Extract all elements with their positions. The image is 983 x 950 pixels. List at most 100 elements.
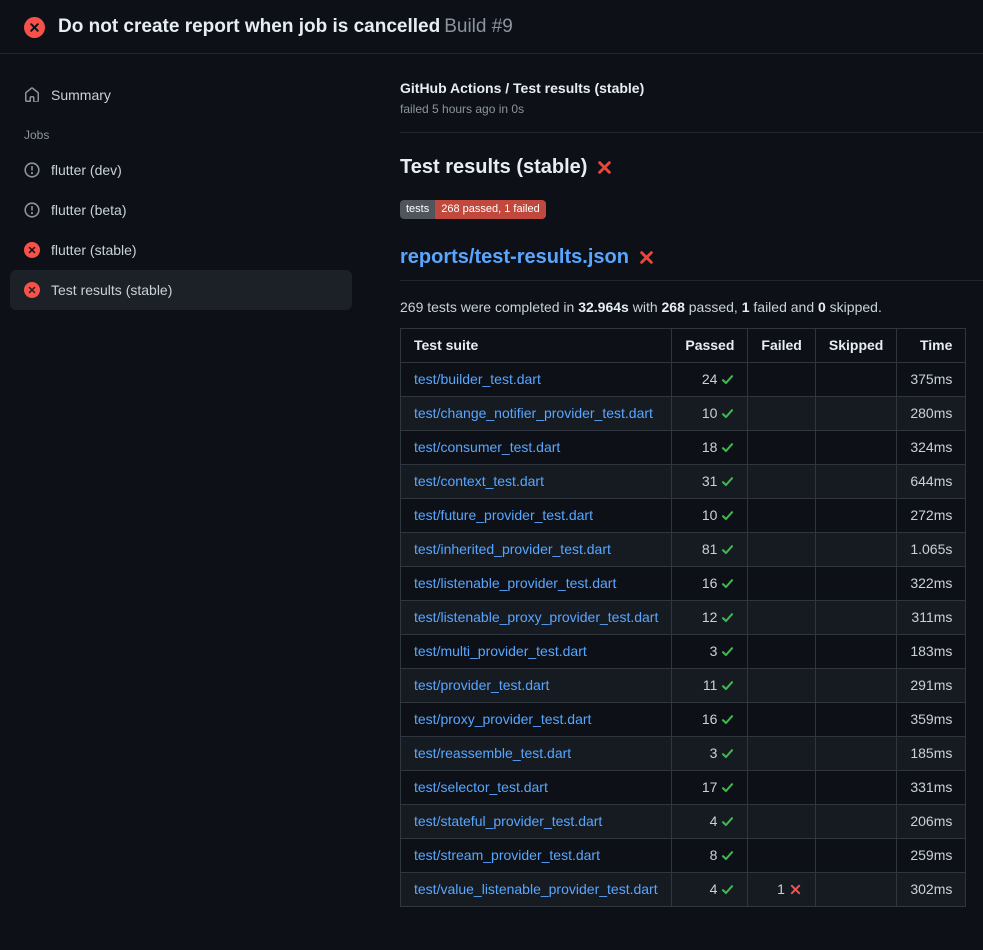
failed-count: 1 <box>777 881 785 897</box>
failed-cell: 1 <box>748 873 815 907</box>
test-suite-link[interactable]: test/value_listenable_provider_test.dart <box>414 881 658 897</box>
suite-cell: test/stream_provider_test.dart <box>401 839 672 873</box>
suite-cell: test/reassemble_test.dart <box>401 737 672 771</box>
sidebar-item-flutter-dev[interactable]: flutter (dev) <box>10 150 352 190</box>
check-icon <box>721 679 734 692</box>
test-suite-link[interactable]: test/selector_test.dart <box>414 779 548 795</box>
check-icon <box>721 543 734 556</box>
summary-bold: 32.964s <box>578 299 629 315</box>
time-cell: 259ms <box>897 839 966 873</box>
test-suite-link[interactable]: test/consumer_test.dart <box>414 439 560 455</box>
sidebar: Summary Jobs flutter (dev)flutter (beta)… <box>0 54 368 310</box>
time-cell: 302ms <box>897 873 966 907</box>
sidebar-item-label: flutter (dev) <box>51 162 122 178</box>
suite-cell: test/listenable_proxy_provider_test.dart <box>401 601 672 635</box>
table-row: test/value_listenable_provider_test.dart… <box>401 873 966 907</box>
summary-text: skipped. <box>826 299 882 315</box>
failed-cell <box>748 669 815 703</box>
time-cell: 322ms <box>897 567 966 601</box>
test-suite-link[interactable]: test/provider_test.dart <box>414 677 549 693</box>
skipped-cell <box>815 669 896 703</box>
breadcrumb: GitHub Actions / Test results (stable) <box>400 80 983 96</box>
suite-cell: test/selector_test.dart <box>401 771 672 805</box>
passed-cell: 4 <box>672 805 748 839</box>
check-icon <box>721 815 734 828</box>
column-header-skipped: Skipped <box>815 329 896 363</box>
failed-cell <box>748 397 815 431</box>
test-suite-link[interactable]: test/future_provider_test.dart <box>414 507 593 523</box>
failed-cell <box>748 805 815 839</box>
suite-cell: test/provider_test.dart <box>401 669 672 703</box>
skipped-cell <box>815 839 896 873</box>
test-suite-link[interactable]: test/stream_provider_test.dart <box>414 847 600 863</box>
passed-count: 10 <box>702 405 718 421</box>
passed-count: 12 <box>702 609 718 625</box>
skipped-cell <box>815 771 896 805</box>
x-circle-icon <box>24 17 45 38</box>
run-title: Do not create report when job is cancell… <box>58 16 440 37</box>
time-cell: 324ms <box>897 431 966 465</box>
table-header-row: Test suite Passed Failed Skipped Time <box>401 329 966 363</box>
check-icon <box>721 747 734 760</box>
summary-bold: 1 <box>742 299 750 315</box>
time-cell: 331ms <box>897 771 966 805</box>
passed-count: 3 <box>710 745 718 761</box>
test-suite-link[interactable]: test/multi_provider_test.dart <box>414 643 587 659</box>
test-suite-link[interactable]: test/listenable_provider_test.dart <box>414 575 616 591</box>
sidebar-item-label: Test results (stable) <box>51 282 172 298</box>
column-header-failed: Failed <box>748 329 815 363</box>
passed-count: 10 <box>702 507 718 523</box>
suite-cell: test/consumer_test.dart <box>401 431 672 465</box>
sidebar-item-test-results-stable[interactable]: Test results (stable) <box>10 270 352 310</box>
test-suite-link[interactable]: test/listenable_proxy_provider_test.dart <box>414 609 658 625</box>
sidebar-item-flutter-stable[interactable]: flutter (stable) <box>10 230 352 270</box>
test-suite-link[interactable]: test/context_test.dart <box>414 473 544 489</box>
passed-count: 31 <box>702 473 718 489</box>
skipped-cell <box>815 567 896 601</box>
sidebar-item-flutter-beta[interactable]: flutter (beta) <box>10 190 352 230</box>
check-title-row: Test results (stable) <box>400 156 983 179</box>
report-link[interactable]: reports/test-results.json <box>400 246 629 269</box>
passed-count: 4 <box>710 813 718 829</box>
report-heading: reports/test-results.json <box>400 246 983 281</box>
skipped-cell <box>815 805 896 839</box>
check-title: Test results (stable) <box>400 156 587 179</box>
test-suite-link[interactable]: test/stateful_provider_test.dart <box>414 813 602 829</box>
test-suite-link[interactable]: test/change_notifier_provider_test.dart <box>414 405 653 421</box>
passed-cell: 12 <box>672 601 748 635</box>
suite-cell: test/stateful_provider_test.dart <box>401 805 672 839</box>
test-suite-link[interactable]: test/builder_test.dart <box>414 371 541 387</box>
failed-cell <box>748 499 815 533</box>
time-cell: 375ms <box>897 363 966 397</box>
skipped-cell <box>815 533 896 567</box>
check-icon <box>721 475 734 488</box>
summary-text: with <box>629 299 662 315</box>
time-cell: 291ms <box>897 669 966 703</box>
skipped-cell <box>815 465 896 499</box>
sidebar-item-summary[interactable]: Summary <box>10 76 352 114</box>
passed-cell: 31 <box>672 465 748 499</box>
failed-cell <box>748 363 815 397</box>
skipped-cell <box>815 873 896 907</box>
sidebar-item-label: Summary <box>51 87 111 103</box>
skipped-cell <box>815 499 896 533</box>
test-suite-link[interactable]: test/inherited_provider_test.dart <box>414 541 611 557</box>
passed-cell: 16 <box>672 567 748 601</box>
passed-count: 16 <box>702 711 718 727</box>
skipped-cell <box>815 363 896 397</box>
failed-cell <box>748 703 815 737</box>
table-row: test/listenable_proxy_provider_test.dart… <box>401 601 966 635</box>
failed-x-icon <box>596 159 613 176</box>
failed-cell <box>748 431 815 465</box>
content-layout: Summary Jobs flutter (dev)flutter (beta)… <box>0 54 983 907</box>
passed-count: 4 <box>710 881 718 897</box>
check-icon <box>721 611 734 624</box>
time-cell: 644ms <box>897 465 966 499</box>
passed-count: 18 <box>702 439 718 455</box>
neutral-status-icon <box>24 162 40 178</box>
check-header: Do not create report when job is cancell… <box>0 0 983 54</box>
check-icon <box>721 849 734 862</box>
test-suite-link[interactable]: test/proxy_provider_test.dart <box>414 711 591 727</box>
skipped-cell <box>815 431 896 465</box>
test-suite-link[interactable]: test/reassemble_test.dart <box>414 745 571 761</box>
